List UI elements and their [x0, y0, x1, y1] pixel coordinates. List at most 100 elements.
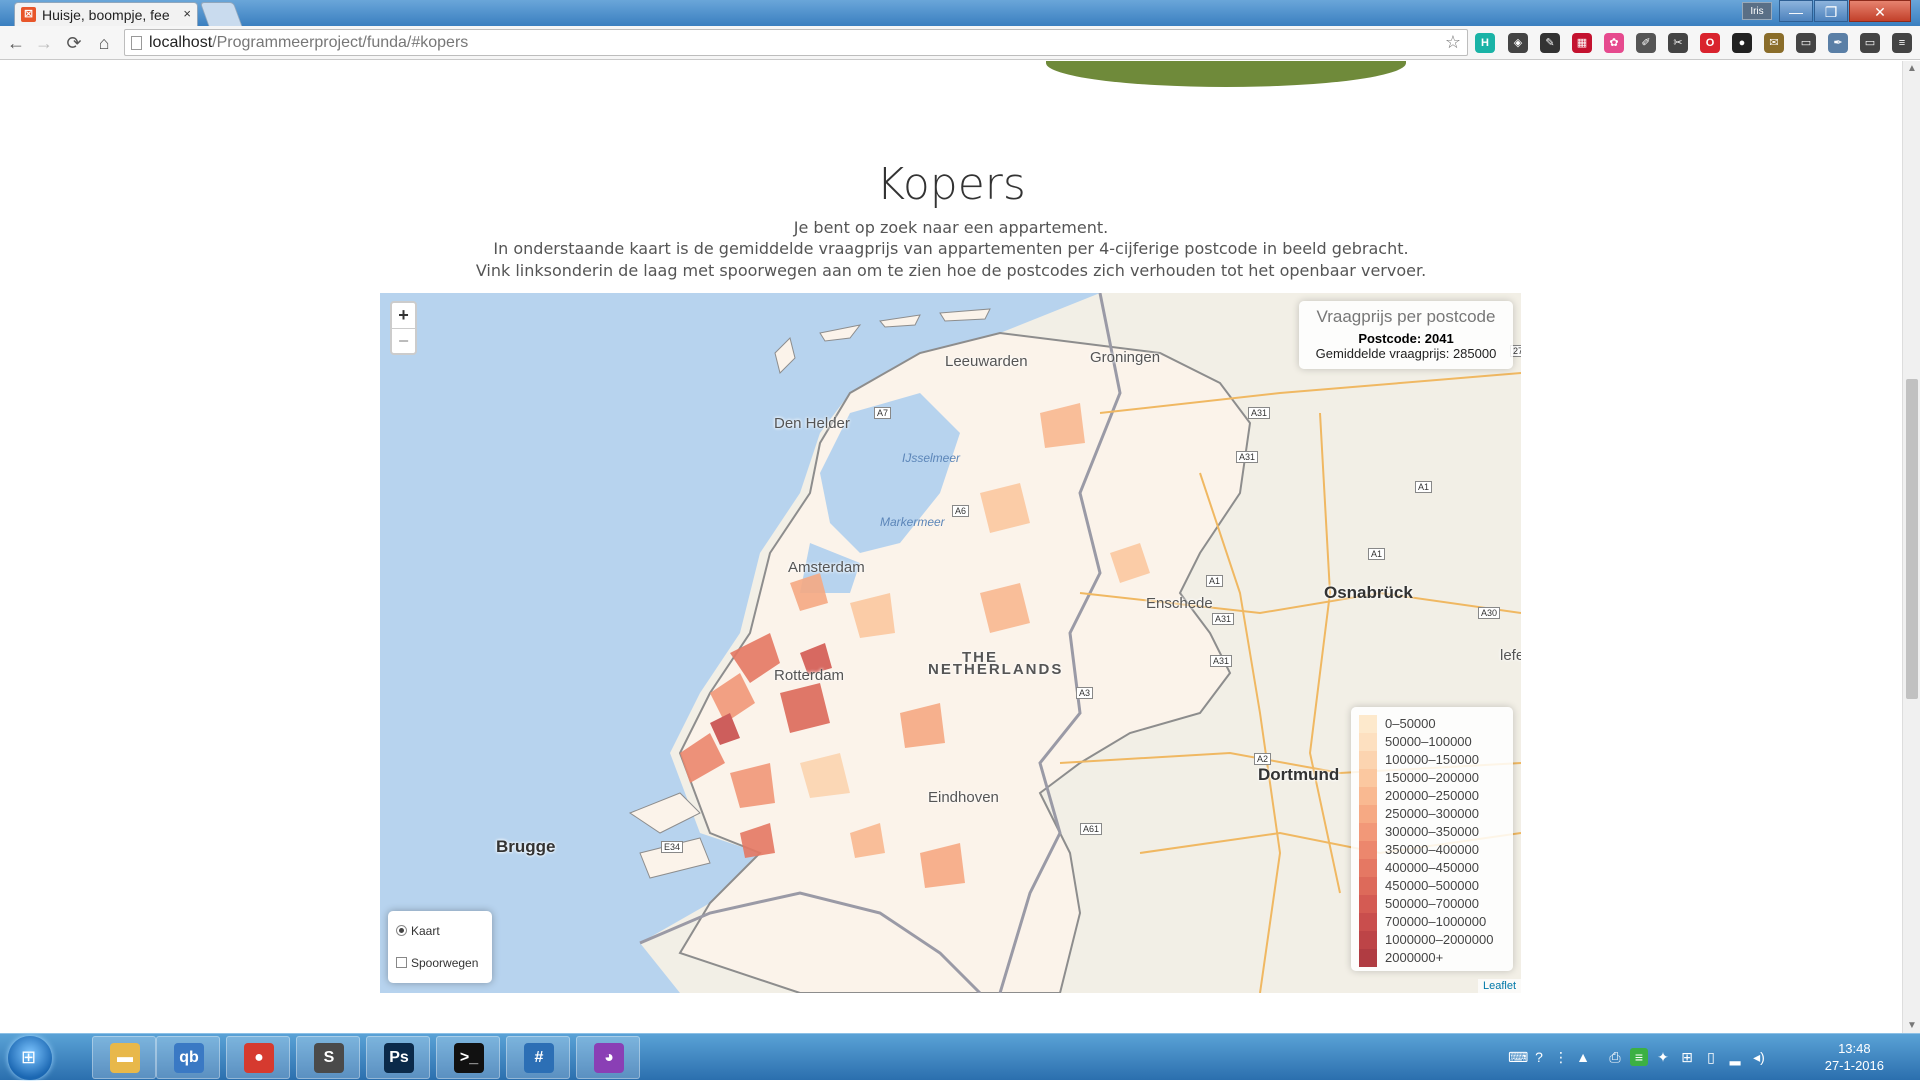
legend-item: 250000–300000 — [1359, 805, 1505, 823]
legend-label: 250000–300000 — [1385, 806, 1479, 821]
highway-shield: A31 — [1236, 451, 1259, 463]
kaart-radio[interactable] — [396, 925, 407, 936]
network-drive-icon[interactable]: ⋮ — [1552, 1048, 1570, 1066]
highway-shield: A31 — [1210, 655, 1233, 667]
device-icon[interactable]: ▯ — [1702, 1048, 1720, 1066]
keyboard-icon[interactable]: ⌨ — [1508, 1048, 1528, 1066]
shield-icon[interactable]: ◈ — [1508, 33, 1528, 53]
home-button[interactable]: ⌂ — [92, 31, 116, 55]
menu-icon[interactable]: ≡ — [1892, 33, 1912, 53]
twitter-client-taskbar-button[interactable]: # — [506, 1036, 570, 1079]
close-button[interactable]: ✕ — [1849, 0, 1911, 22]
show-hidden-icons[interactable]: ▲ — [1574, 1048, 1592, 1066]
legend-label: 400000–450000 — [1385, 860, 1479, 875]
car-icon[interactable]: ▭ — [1796, 33, 1816, 53]
scroll-down-icon[interactable]: ▼ — [1907, 1020, 1917, 1031]
back-button[interactable]: ← — [4, 31, 28, 55]
place-label: Osnabrück — [1324, 583, 1413, 602]
start-button[interactable]: ⊞ — [8, 1036, 52, 1080]
zoom-out-button[interactable]: − — [392, 328, 415, 353]
scrollbar-thumb[interactable] — [1906, 379, 1918, 699]
place-label: Dortmund — [1258, 765, 1340, 784]
highway-shield: A6 — [952, 505, 970, 517]
reload-button[interactable]: ⟳ — [62, 31, 86, 55]
colorpicker-icon[interactable]: ✿ — [1604, 33, 1624, 53]
opera-icon[interactable]: O — [1700, 33, 1720, 53]
browser-titlebar: ⊠ Huisje, boompje, fee × Iris — ❐ ✕ — [0, 0, 1920, 26]
legend-item: 50000–100000 — [1359, 733, 1505, 751]
clock[interactable]: 13:48 27-1-2016 — [1825, 1040, 1884, 1074]
legend-swatch — [1359, 913, 1377, 931]
layer-spoorwegen[interactable]: Spoorwegen — [396, 955, 478, 971]
spoorwegen-checkbox[interactable] — [396, 957, 407, 968]
highway-shield: A1 — [1415, 481, 1433, 493]
bookmark-star-icon[interactable]: ☆ — [1445, 32, 1461, 53]
qbittorrent-taskbar-button[interactable]: qb — [156, 1036, 220, 1079]
legend-swatch — [1359, 859, 1377, 877]
legend-label: 100000–150000 — [1385, 752, 1479, 767]
info-title: Vraagprijs per postcode — [1316, 307, 1496, 326]
printer-icon[interactable]: ⎙ — [1606, 1048, 1624, 1066]
dropper-icon[interactable]: ✒ — [1828, 33, 1848, 53]
legend-label: 500000–700000 — [1385, 896, 1479, 911]
cast-icon[interactable]: ▭ — [1860, 33, 1880, 53]
explorer-icon: ▬ — [110, 1043, 140, 1073]
url-text[interactable]: localhost/Programmeerproject/funda/#kope… — [149, 34, 468, 52]
chrome-taskbar-button[interactable]: ● — [226, 1036, 290, 1079]
tab-active[interactable]: ⊠ Huisje, boompje, fee × — [14, 2, 198, 26]
maximize-button[interactable]: ❐ — [1814, 0, 1848, 22]
forward-button[interactable]: → — [32, 31, 56, 55]
evernote-icon[interactable]: ≡ — [1630, 1048, 1648, 1066]
page-scrollbar[interactable]: ▲ ▼ — [1902, 61, 1920, 1033]
map-tiles — [628, 293, 1521, 993]
minimize-button[interactable]: — — [1779, 0, 1813, 22]
place-label: NETHERLANDS — [928, 661, 1064, 678]
legend-item: 0–50000 — [1359, 715, 1505, 733]
cmd-taskbar-button[interactable]: >_ — [436, 1036, 500, 1079]
zoom-in-button[interactable]: + — [392, 303, 415, 328]
gift-icon[interactable]: ✉ — [1764, 33, 1784, 53]
legend-item: 400000–450000 — [1359, 859, 1505, 877]
disk-icon[interactable]: ● — [1732, 33, 1752, 53]
network-icon[interactable]: ▂ — [1726, 1048, 1744, 1066]
github-taskbar-button[interactable]: ◕ — [576, 1036, 640, 1079]
help-icon[interactable]: ? — [1530, 1048, 1548, 1066]
layer-control: Kaart Spoorwegen — [388, 911, 492, 983]
windows-flag-icon[interactable]: ⊞ — [1678, 1048, 1696, 1066]
address-bar[interactable]: localhost/Programmeerproject/funda/#kope… — [124, 29, 1468, 56]
pen-icon[interactable]: ✐ — [1636, 33, 1656, 53]
place-label: Enschede — [1146, 595, 1213, 612]
layer-kaart[interactable]: Kaart — [396, 923, 440, 939]
tab-close-icon[interactable]: × — [183, 6, 191, 21]
legend-item: 450000–500000 — [1359, 877, 1505, 895]
volume-icon[interactable]: ◂) — [1750, 1048, 1768, 1066]
tool-icon[interactable]: ✂ — [1668, 33, 1688, 53]
scroll-up-icon[interactable]: ▲ — [1907, 63, 1917, 74]
sublime-icon: S — [314, 1043, 344, 1073]
kaart-label: Kaart — [411, 924, 440, 938]
legend-swatch — [1359, 733, 1377, 751]
sublime-taskbar-button[interactable]: S — [296, 1036, 360, 1079]
explorer-taskbar-button[interactable]: ▬ — [92, 1036, 156, 1079]
place-label: Rotterdam — [774, 667, 845, 684]
photoshop-taskbar-button[interactable]: Ps — [366, 1036, 430, 1079]
legend-swatch — [1359, 769, 1377, 787]
legend-label: 450000–500000 — [1385, 878, 1479, 893]
new-tab-button[interactable] — [199, 2, 243, 26]
legend-label: 1000000–2000000 — [1385, 932, 1494, 947]
place-label: Leeuwarden — [945, 353, 1028, 370]
legend-item: 150000–200000 — [1359, 769, 1505, 787]
windows-logo-icon: ⊞ — [21, 1047, 37, 1067]
leaflet-attribution[interactable]: Leaflet — [1477, 979, 1521, 993]
dropbox-icon[interactable]: ✦ — [1654, 1048, 1672, 1066]
profile-button[interactable]: Iris — [1742, 2, 1772, 20]
info-price: Gemiddelde vraagprijs: 285000 — [1315, 346, 1497, 361]
lastpass-icon[interactable]: ▦ — [1572, 33, 1592, 53]
postcode-map[interactable]: Leeuwarden Groningen Den Helder IJsselmeer M… — [380, 293, 1521, 993]
page-content: Kopers Je bent op zoek naar een appartem… — [0, 61, 1902, 1033]
legend-label: 0–50000 — [1385, 716, 1436, 731]
legend-swatch — [1359, 751, 1377, 769]
hola-icon[interactable]: H — [1475, 33, 1495, 53]
edit-icon[interactable]: ✎ — [1540, 33, 1560, 53]
highway-shield: E34 — [661, 841, 684, 853]
